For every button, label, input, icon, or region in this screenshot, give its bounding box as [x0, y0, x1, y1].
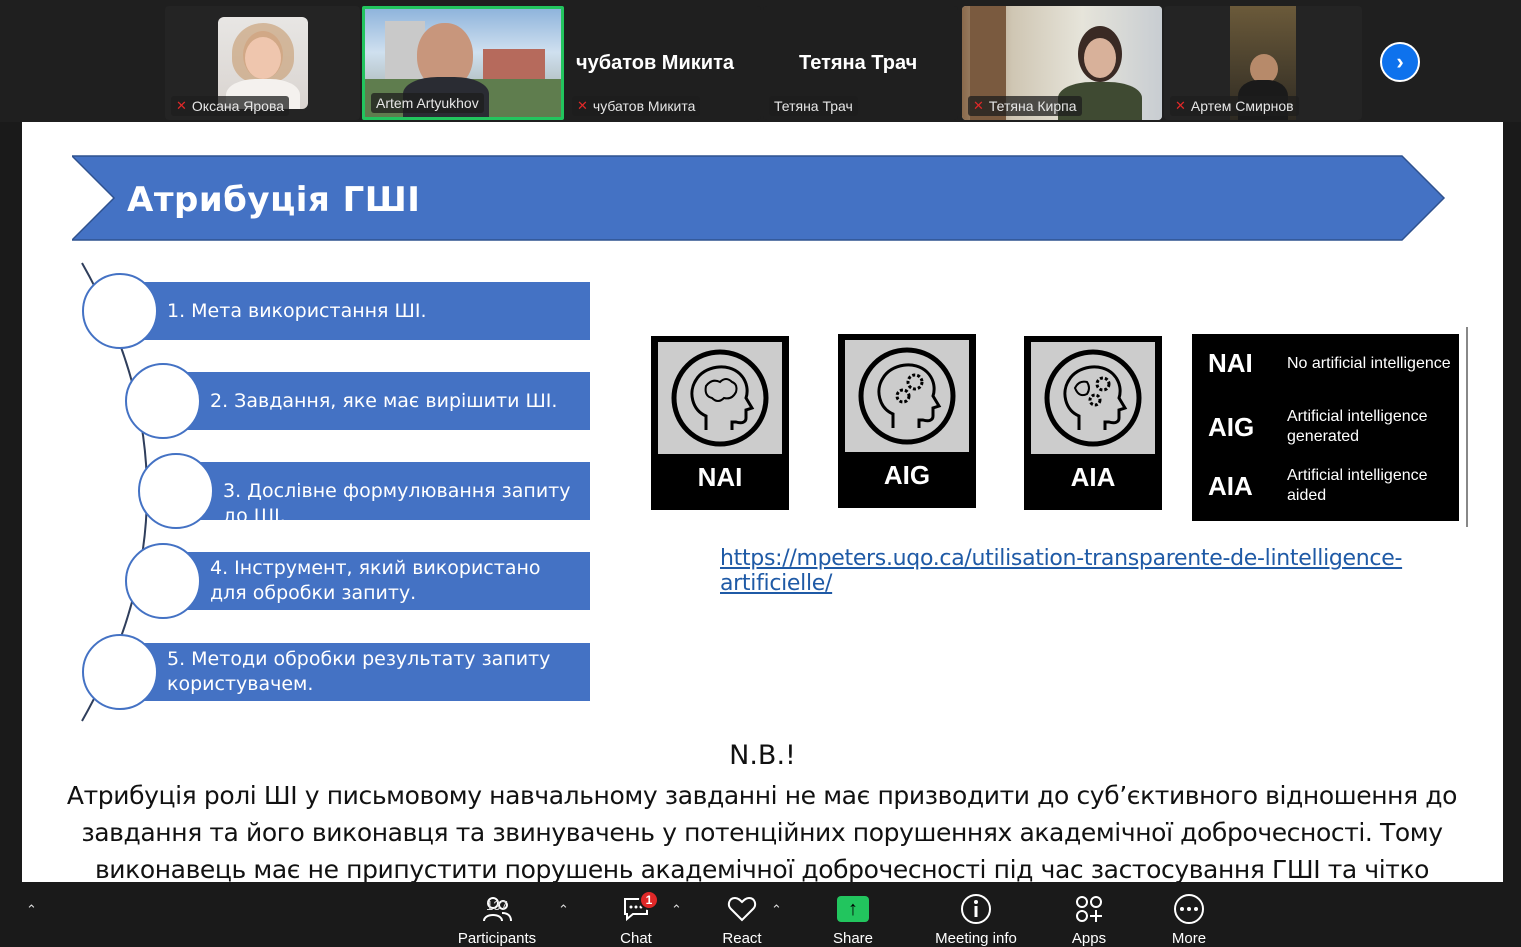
react-label: React [722, 930, 762, 947]
mic-muted-icon: ✕ [1175, 98, 1186, 113]
step-item: 1. Мета використання ШІ. [167, 300, 427, 322]
participant-tile[interactable]: ✕ Оксана Ярова [165, 6, 360, 120]
apps-button[interactable]: Apps [1064, 892, 1114, 947]
info-icon [959, 892, 993, 926]
share-button[interactable]: ↑ Share [828, 892, 878, 947]
divider [1466, 327, 1468, 527]
step-item: 2. Завдання, яке має вирішити ШІ. [210, 390, 558, 412]
aia-card: AIA [1024, 336, 1162, 510]
chevron-up-icon[interactable]: ⌃ [26, 902, 37, 918]
participant-name-tag: Artem Artyukhov [371, 93, 484, 113]
step-item: 4. Інструмент, який використано для обро… [210, 557, 541, 604]
mic-muted-icon: ✕ [577, 98, 588, 113]
legend-row: AIG Artificial intelligence generated [1208, 407, 1452, 447]
chat-label: Chat [620, 930, 652, 947]
participant-name-tag: ✕ чубатов Микита [572, 96, 701, 116]
participants-button[interactable]: 137 Participants [456, 892, 538, 947]
source-link[interactable]: https://mpeters.uqo.ca/utilisation-trans… [720, 546, 1503, 596]
nb-heading: N.B.! [729, 740, 796, 771]
participant-name-tag: Тетяна Трач [769, 96, 858, 116]
mic-muted-icon: ✕ [176, 98, 187, 113]
participant-name-tag: ✕ Тетяна Кирпа [968, 96, 1082, 116]
legend-text: Artificial intelligence aided [1287, 467, 1428, 504]
chevron-right-icon[interactable]: › [1380, 42, 1420, 82]
step-item: 5. Методи обробки результату запиту кори… [167, 648, 551, 695]
participants-icon: 137 [480, 892, 514, 926]
aig-card: AIG [838, 334, 976, 508]
legend-text: Artificial intelligence generated [1287, 408, 1428, 445]
participant-display-name: чубатов Микита [576, 52, 734, 74]
participant-tile[interactable]: чубатов Микита ✕ чубатов Микита [566, 6, 761, 120]
legend-text: No artificial intelligence [1287, 354, 1451, 372]
participant-tile[interactable]: ✕ Артем Смирнов [1164, 6, 1362, 120]
chevron-up-icon[interactable]: ⌃ [558, 902, 569, 918]
apps-label: Apps [1071, 930, 1107, 947]
participant-tile[interactable]: Тетяна Трач Тетяна Трач [763, 6, 958, 120]
nai-card: NAI [651, 336, 789, 510]
mic-muted-icon: ✕ [973, 98, 984, 113]
legend-abbr: AIA [1208, 470, 1253, 501]
chat-button[interactable]: 1 Chat [608, 890, 664, 947]
legend-abbr: NAI [1208, 348, 1253, 378]
head-brain-gears-icon [1031, 342, 1155, 454]
participant-strip: ✕ Оксана Ярова Artem Artyukhov чубатов М… [0, 0, 1521, 122]
share-screen-icon: ↑ [836, 892, 870, 926]
card-label: AIA [1070, 462, 1116, 492]
legend-row: NAI No artificial intelligence [1208, 348, 1452, 379]
chevron-up-icon[interactable]: ⌃ [671, 902, 682, 918]
more-button[interactable]: More [1164, 892, 1214, 947]
legend-row: AIA Artificial intelligence aided [1208, 466, 1452, 506]
slide-title: Атрибуція ГШІ [127, 180, 421, 220]
card-label: AIG [883, 460, 931, 490]
participant-name-tag: ✕ Артем Смирнов [1170, 96, 1299, 116]
chevron-up-icon[interactable]: ⌃ [771, 902, 782, 918]
legend-abbr: AIG [1208, 411, 1255, 442]
chat-icon: 1 [619, 890, 659, 926]
step-item: 3. Дослівне формулювання запиту до ШІ. [223, 480, 571, 527]
apps-icon [1072, 892, 1106, 926]
participant-name-tag: ✕ Оксана Ярова [171, 96, 290, 116]
participant-tile[interactable]: ✕ Тетяна Кирпа [962, 6, 1162, 120]
share-label: Share [832, 930, 874, 947]
meeting-toolbar: ⌃ 137 Participants ⌃ 1 Chat ⌃ React ⌃ ↑ … [0, 882, 1521, 947]
shared-slide: Атрибуція ГШІ 1. Мета використання ШІ. 2… [22, 122, 1503, 882]
zoom-meeting-window: ✕ Оксана Ярова Artem Artyukhov чубатов М… [0, 0, 1521, 947]
head-brain-icon [658, 342, 782, 454]
participant-tile-active[interactable]: Artem Artyukhov [362, 6, 564, 120]
more-label: More [1171, 930, 1207, 947]
head-gears-icon [845, 340, 969, 452]
chat-unread-badge: 1 [639, 890, 659, 910]
participant-display-name: Тетяна Трач [799, 52, 918, 74]
nb-paragraph: Атрибуція ролі ШІ у письмовому навчально… [66, 781, 1458, 882]
card-label: NAI [697, 462, 743, 492]
participants-label: Participants [457, 930, 537, 947]
react-button[interactable]: React [712, 892, 772, 947]
meeting-info-label: Meeting info [935, 930, 1017, 947]
heart-icon [725, 892, 759, 926]
more-icon [1172, 892, 1206, 926]
participants-count: 137 [486, 898, 508, 913]
meeting-info-button[interactable]: Meeting info [928, 892, 1024, 947]
legend-box: NAI No artificial intelligence AIG Artif… [1192, 334, 1459, 521]
